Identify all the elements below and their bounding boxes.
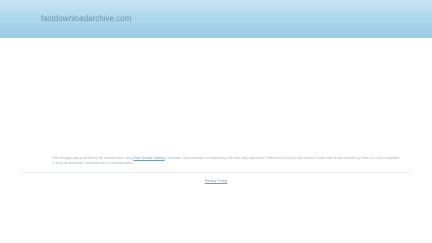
header-bar: fastdownloadarchive.com	[0, 0, 432, 38]
domain-title: fastdownloadarchive.com	[41, 14, 132, 23]
privacy-policy-link[interactable]: Privacy Policy	[0, 179, 432, 183]
disclaimer-text: This webpage was generated by the domain…	[52, 156, 402, 166]
main-content	[0, 38, 432, 243]
footer-divider	[22, 172, 410, 173]
disclaimer-start: This webpage was generated by the domain…	[52, 156, 134, 160]
sedo-parking-link[interactable]: Sedo Domain Parking	[134, 156, 165, 160]
